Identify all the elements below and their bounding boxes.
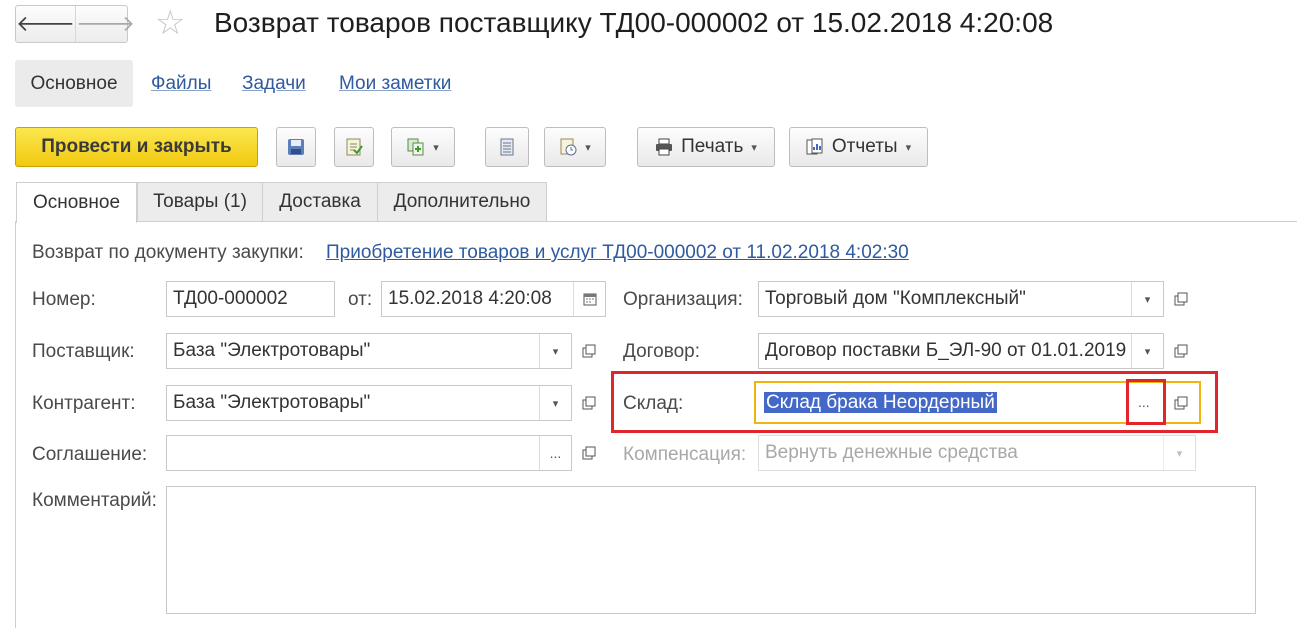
compensation-field: Вернуть денежные средства ▾ (758, 435, 1196, 471)
basis-document-link[interactable]: Приобретение товаров и услуг ТД00-000002… (326, 242, 909, 264)
open-icon (582, 446, 596, 460)
date-field[interactable]: 15.02.2018 4:20:08 (381, 281, 606, 317)
tab-additional[interactable]: Дополнительно (377, 182, 547, 221)
chevron-down-icon: ▾ (751, 141, 757, 154)
document-list-button[interactable] (485, 127, 529, 167)
calendar-icon (583, 293, 596, 306)
chevron-down-icon: ▾ (433, 141, 439, 154)
compensation-dropdown: ▾ (1163, 436, 1195, 470)
organization-label: Организация: (623, 289, 743, 310)
post-and-close-button[interactable]: Провести и закрыть (15, 127, 258, 167)
section-main[interactable]: Основное (15, 60, 133, 107)
print-label: Печать (681, 136, 744, 157)
list-icon (500, 138, 514, 156)
tab-delivery[interactable]: Доставка (262, 182, 378, 221)
arrow-right-icon: 🡒 (76, 11, 135, 36)
counterparty-field[interactable]: База "Электротовары" ▾ (166, 385, 572, 421)
supplier-open-button[interactable] (576, 338, 602, 364)
back-button[interactable]: 🡐 (16, 6, 75, 42)
save-button[interactable] (276, 127, 316, 167)
tab-goods[interactable]: Товары (1) (137, 182, 263, 221)
navigation-buttons: 🡐 🡒 (15, 5, 135, 43)
open-icon (1174, 344, 1188, 358)
supplier-dropdown[interactable]: ▾ (539, 334, 571, 368)
date-label: от: (348, 289, 373, 310)
basis-label: Возврат по документу закупки: (32, 242, 304, 263)
star-icon[interactable]: ☆ (155, 6, 185, 40)
structure-icon (560, 138, 577, 156)
supplier-label: Поставщик: (32, 341, 135, 362)
organization-open-button[interactable] (1168, 286, 1194, 312)
number-field[interactable]: ТД00-000002 (166, 281, 335, 317)
form-left-border (15, 221, 16, 628)
post-icon (346, 138, 363, 156)
structure-button[interactable]: ▾ (544, 127, 606, 167)
organization-value: Торговый дом "Комплексный" (765, 288, 1026, 309)
organization-dropdown[interactable]: ▾ (1131, 282, 1163, 316)
forward-button[interactable]: 🡒 (75, 6, 135, 42)
counterparty-value: База "Электротовары" (173, 392, 371, 413)
supplier-value: База "Электротовары" (173, 340, 371, 361)
post-button[interactable] (334, 127, 374, 167)
printer-icon (656, 138, 673, 156)
section-tasks-link[interactable]: Задачи (242, 73, 306, 95)
contract-field[interactable]: Договор поставки Б_ЭЛ-90 от 01.01.2019 ▾ (758, 333, 1164, 369)
compensation-label: Компенсация: (623, 444, 747, 465)
contract-dropdown[interactable]: ▾ (1131, 334, 1163, 368)
comment-field[interactable] (166, 486, 1256, 614)
organization-field[interactable]: Торговый дом "Комплексный" ▾ (758, 281, 1164, 317)
create-based-icon (407, 138, 424, 156)
comment-label: Комментарий: (32, 490, 157, 511)
contract-value: Договор поставки Б_ЭЛ-90 от 01.01.2019 (765, 340, 1127, 361)
create-based-on-button[interactable]: ▾ (391, 127, 455, 167)
chevron-down-icon: ▾ (585, 141, 591, 154)
warehouse-label: Склад: (623, 393, 684, 414)
section-notes-link[interactable]: Мои заметки (339, 73, 451, 95)
ellipsis-icon: ... (1138, 394, 1150, 410)
contract-open-button[interactable] (1168, 338, 1194, 364)
counterparty-label: Контрагент: (32, 393, 136, 414)
print-button[interactable]: Печать ▾ (637, 127, 775, 167)
supplier-field[interactable]: База "Электротовары" ▾ (166, 333, 572, 369)
section-files-link[interactable]: Файлы (151, 73, 211, 95)
tabs-divider (15, 221, 1297, 222)
page-title: Возврат товаров поставщику ТД00-000002 о… (214, 7, 1054, 38)
agreement-open-button[interactable] (576, 440, 602, 466)
save-icon (288, 139, 304, 155)
date-value: 15.02.2018 4:20:08 (388, 288, 552, 309)
agreement-select-button[interactable]: ... (539, 436, 571, 470)
open-icon (1174, 396, 1188, 410)
arrow-left-icon: 🡐 (16, 11, 75, 36)
open-icon (582, 344, 596, 358)
open-icon (582, 396, 596, 410)
agreement-label: Соглашение: (32, 444, 148, 465)
contract-label: Договор: (623, 341, 701, 362)
counterparty-dropdown[interactable]: ▾ (539, 386, 571, 420)
reports-label: Отчеты (831, 136, 898, 157)
agreement-field[interactable]: ... (166, 435, 572, 471)
number-label: Номер: (32, 289, 96, 310)
counterparty-open-button[interactable] (576, 390, 602, 416)
chevron-down-icon: ▾ (905, 141, 912, 154)
number-value: ТД00-000002 (173, 288, 288, 309)
open-icon (1174, 292, 1188, 306)
compensation-value: Вернуть денежные средства (765, 442, 1018, 463)
warehouse-open-button[interactable] (1168, 390, 1194, 416)
reports-icon (806, 138, 823, 155)
tab-main[interactable]: Основное (16, 182, 137, 223)
calendar-button[interactable] (573, 282, 605, 316)
warehouse-value: Склад брака Неордерный (764, 391, 997, 413)
reports-button[interactable]: Отчеты ▾ (789, 127, 928, 167)
